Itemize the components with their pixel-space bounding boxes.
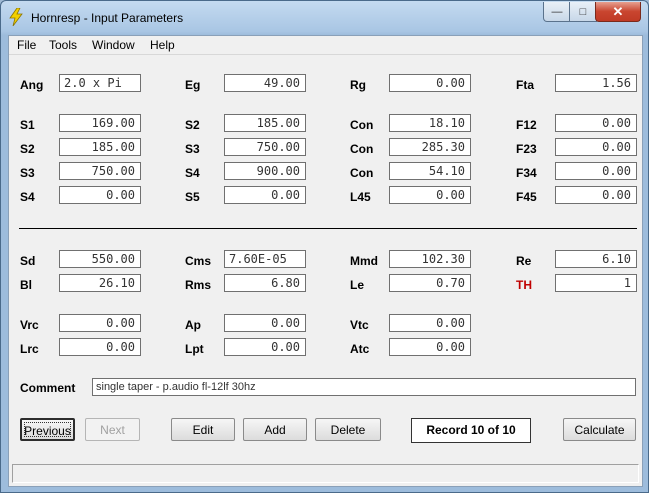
window-title: Hornresp - Input Parameters: [31, 11, 184, 25]
label-th[interactable]: TH: [516, 278, 532, 292]
label-vtc: Vtc: [350, 318, 369, 332]
label-s2-row2: S2: [20, 142, 35, 156]
label-ap: Ap: [185, 318, 201, 332]
label-f23: F23: [516, 142, 537, 156]
field-f23[interactable]: 0.00: [555, 138, 637, 156]
label-con-2: Con: [350, 142, 374, 156]
label-cms: Cms: [185, 254, 212, 268]
label-bl: Bl: [20, 278, 32, 292]
field-cms[interactable]: 7.60E-05: [224, 250, 306, 268]
label-eg: Eg: [185, 78, 201, 92]
lightning-bolt-icon: [9, 8, 23, 26]
label-vrc: Vrc: [20, 318, 39, 332]
field-s3-row2[interactable]: 750.00: [224, 138, 306, 156]
label-s3: S3: [185, 142, 200, 156]
label-comment: Comment: [20, 381, 76, 395]
label-rms: Rms: [185, 278, 212, 292]
field-bl[interactable]: 26.10: [59, 274, 141, 292]
field-s2-row2[interactable]: 185.00: [59, 138, 141, 156]
status-bar: [12, 464, 639, 483]
previous-button[interactable]: Previous: [20, 418, 75, 441]
section-divider: [19, 228, 637, 229]
field-fta[interactable]: 1.56: [555, 74, 637, 92]
label-f45: F45: [516, 190, 537, 204]
label-s4-row4: S4: [20, 190, 35, 204]
label-con-3: Con: [350, 166, 374, 180]
field-s4-row4[interactable]: 0.00: [59, 186, 141, 204]
field-sd[interactable]: 550.00: [59, 250, 141, 268]
maximize-button[interactable]: □: [569, 2, 597, 22]
label-fta: Fta: [516, 78, 534, 92]
field-s4-row3[interactable]: 900.00: [224, 162, 306, 180]
field-vrc[interactable]: 0.00: [59, 314, 141, 332]
menu-help[interactable]: Help: [150, 38, 175, 52]
menu-bar: File Tools Window Help: [9, 36, 642, 55]
field-ap[interactable]: 0.00: [224, 314, 306, 332]
menu-window[interactable]: Window: [92, 38, 135, 52]
label-s4: S4: [185, 166, 200, 180]
comment-field[interactable]: single taper - p.audio fl-12lf 30hz: [92, 378, 636, 396]
field-mmd[interactable]: 102.30: [389, 250, 471, 268]
label-s1: S1: [20, 118, 35, 132]
field-le[interactable]: 0.70: [389, 274, 471, 292]
label-l45: L45: [350, 190, 371, 204]
close-button[interactable]: ✕: [595, 2, 641, 22]
field-s2-row1[interactable]: 185.00: [224, 114, 306, 132]
field-eg[interactable]: 49.00: [224, 74, 306, 92]
record-indicator: Record 10 of 10: [411, 418, 531, 443]
field-re[interactable]: 6.10: [555, 250, 637, 268]
field-f12[interactable]: 0.00: [555, 114, 637, 132]
field-s5[interactable]: 0.00: [224, 186, 306, 204]
field-s3-row3[interactable]: 750.00: [59, 162, 141, 180]
field-vtc[interactable]: 0.00: [389, 314, 471, 332]
calculate-button[interactable]: Calculate: [563, 418, 636, 441]
field-f34[interactable]: 0.00: [555, 162, 637, 180]
client-area: File Tools Window Help Ang 2.0 x Pi Eg 4…: [8, 35, 643, 487]
label-s3-row3: S3: [20, 166, 35, 180]
label-f34: F34: [516, 166, 537, 180]
label-con-1: Con: [350, 118, 374, 132]
field-ang[interactable]: 2.0 x Pi: [59, 74, 141, 92]
field-rg[interactable]: 0.00: [389, 74, 471, 92]
menu-file[interactable]: File: [17, 38, 36, 52]
label-s5: S5: [185, 190, 200, 204]
field-f45[interactable]: 0.00: [555, 186, 637, 204]
label-rg: Rg: [350, 78, 366, 92]
next-button[interactable]: Next: [85, 418, 140, 441]
field-s1[interactable]: 169.00: [59, 114, 141, 132]
menu-tools[interactable]: Tools: [49, 38, 77, 52]
label-re: Re: [516, 254, 532, 268]
field-con-2[interactable]: 285.30: [389, 138, 471, 156]
field-l45[interactable]: 0.00: [389, 186, 471, 204]
field-atc[interactable]: 0.00: [389, 338, 471, 356]
field-th[interactable]: 1: [555, 274, 637, 292]
label-f12: F12: [516, 118, 537, 132]
label-sd: Sd: [20, 254, 36, 268]
minimize-button[interactable]: —: [543, 2, 571, 22]
label-ang: Ang: [20, 78, 44, 92]
label-lpt: Lpt: [185, 342, 204, 356]
app-window: Hornresp - Input Parameters — □ ✕ File T…: [0, 0, 649, 493]
delete-button[interactable]: Delete: [315, 418, 381, 441]
label-le: Le: [350, 278, 365, 292]
label-mmd: Mmd: [350, 254, 378, 268]
field-lpt[interactable]: 0.00: [224, 338, 306, 356]
field-con-3[interactable]: 54.10: [389, 162, 471, 180]
field-lrc[interactable]: 0.00: [59, 338, 141, 356]
field-con-1[interactable]: 18.10: [389, 114, 471, 132]
title-bar[interactable]: Hornresp - Input Parameters — □ ✕: [1, 1, 648, 35]
field-rms[interactable]: 6.80: [224, 274, 306, 292]
label-s2: S2: [185, 118, 200, 132]
add-button[interactable]: Add: [243, 418, 307, 441]
label-lrc: Lrc: [20, 342, 39, 356]
edit-button[interactable]: Edit: [171, 418, 235, 441]
label-atc: Atc: [350, 342, 370, 356]
